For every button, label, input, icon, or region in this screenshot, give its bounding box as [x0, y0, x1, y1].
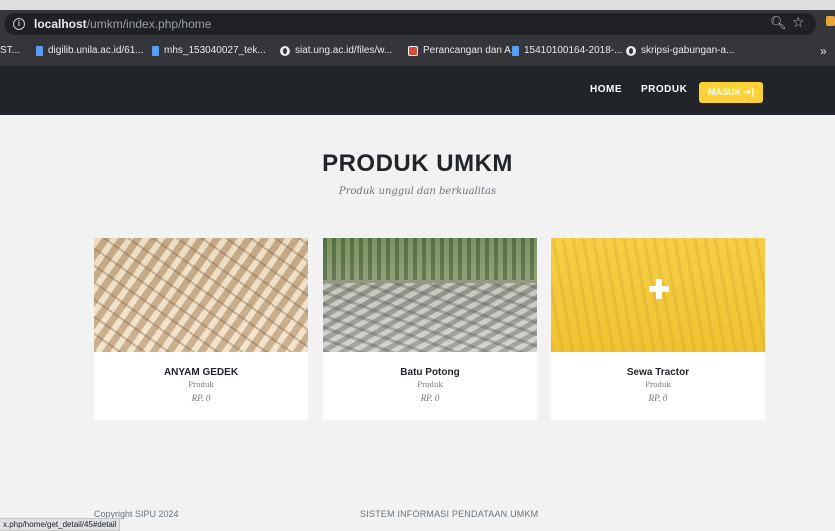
url-path: /umkm/index.php/home [86, 17, 212, 31]
bookmark-item[interactable]: skripsi-gabungan-a... [626, 45, 734, 56]
product-card[interactable]: Sewa Tractor Produk RP. 0 [551, 238, 765, 420]
product-image[interactable] [551, 238, 765, 352]
bookmarks-more-icon[interactable]: » [820, 44, 827, 58]
product-category: Produk [417, 381, 443, 389]
woven-bamboo-image [94, 238, 308, 352]
zoom-icon[interactable]: 🔍︎ [770, 15, 787, 31]
product-name: Sewa Tractor [626, 367, 690, 378]
bookmark-item[interactable]: Perancangan dan A... [408, 45, 519, 56]
bookmark-label: mhs_153040027_tek... [164, 45, 266, 56]
product-card[interactable]: Batu Potong Produk RP. 0 [323, 238, 537, 420]
page-subtitle: Produk unggul dan berkualitas [338, 186, 497, 197]
bookmark-label: Perancangan dan A... [423, 45, 520, 56]
bookmark-item[interactable]: 15410100164-2018-... [512, 45, 622, 56]
product-category: Produk [188, 381, 214, 389]
bookmark-item[interactable]: siat.ung.ac.id/files/w... [280, 45, 392, 56]
globe-icon [626, 45, 636, 56]
product-name: ANYAM GEDEK [163, 367, 239, 378]
doc-icon [512, 45, 519, 56]
login-button[interactable]: MASUK ➜] [699, 82, 763, 103]
browser-tab-strip [0, 0, 835, 10]
bookmark-item[interactable]: mhs_153040027_tek... [152, 45, 266, 56]
plus-icon [649, 279, 669, 299]
bookmark-label: digilib.unila.ac.id/61... [48, 45, 144, 56]
product-image[interactable] [323, 238, 537, 352]
bookmark-label: siat.ung.ac.id/files/w... [295, 45, 393, 56]
bookmark-item[interactable]: ST... [0, 45, 20, 56]
bookmark-label: skripsi-gabungan-a... [641, 45, 735, 56]
url-host: localhost [34, 17, 87, 31]
product-card[interactable]: ANYAM GEDEK Produk RP. 0 [94, 238, 308, 420]
footer-system-name: SISTEM INFORMASI PENDATAAN UMKM [360, 509, 539, 519]
product-price: RP. 0 [420, 393, 440, 403]
nav-produk-link[interactable]: PRODUK [641, 84, 687, 95]
product-price: RP. 0 [648, 393, 668, 403]
paving-stones-image [323, 238, 537, 352]
bookmark-star-icon[interactable]: ☆ [792, 14, 805, 31]
product-category: Produk [645, 381, 671, 389]
site-info-icon[interactable]: i [13, 18, 25, 30]
extension-icon[interactable] [826, 16, 835, 26]
bookmark-label: ST... [0, 45, 21, 56]
pdf-icon [408, 45, 418, 56]
page-title: PRODUK UMKM [322, 150, 513, 177]
doc-icon [152, 45, 159, 56]
product-image[interactable] [94, 238, 308, 352]
doc-icon [36, 45, 43, 56]
product-price: RP. 0 [191, 393, 211, 403]
product-name: Batu Potong [400, 367, 460, 378]
browser-address-bar: i localhost/umkm/index.php/home 🔍︎ ☆ [0, 10, 835, 38]
globe-icon [280, 45, 290, 56]
bookmark-item[interactable]: digilib.unila.ac.id/61... [36, 45, 144, 56]
url-field[interactable]: i localhost/umkm/index.php/home 🔍︎ ☆ [4, 13, 816, 35]
bookmark-label: 15410100164-2018-... [524, 45, 623, 56]
bookmarks-bar: ST... digilib.unila.ac.id/61... mhs_1530… [0, 38, 835, 66]
status-bar-url: x.php/home/get_detail/45#detail [0, 518, 121, 531]
site-navbar: HOME PRODUK MASUK ➜] [0, 66, 835, 115]
nav-home-link[interactable]: HOME [590, 84, 622, 95]
url-text[interactable]: localhost/umkm/index.php/home [34, 17, 211, 31]
hover-overlay [551, 238, 765, 352]
